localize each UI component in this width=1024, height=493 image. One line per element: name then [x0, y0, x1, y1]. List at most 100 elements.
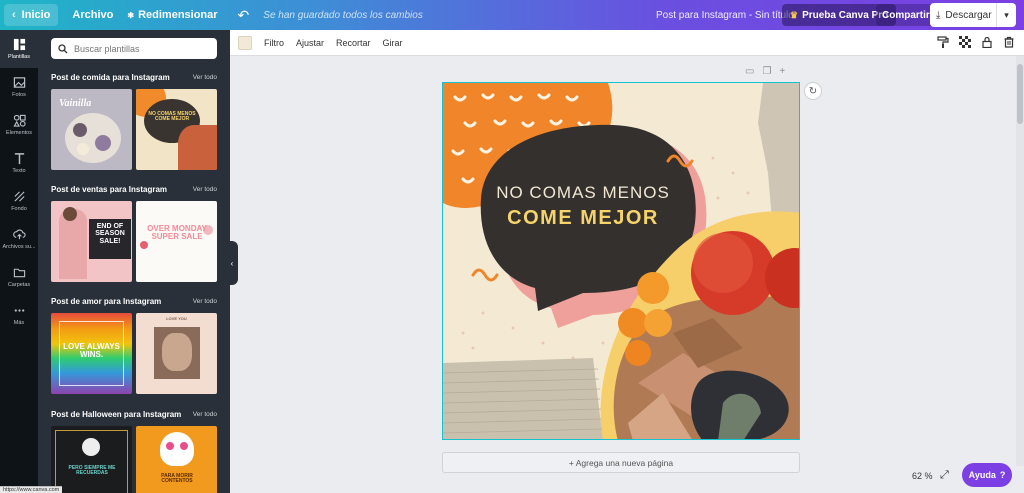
- resize-label: Redimensionar: [138, 9, 218, 21]
- headline-line2[interactable]: COME MEJOR: [443, 207, 723, 230]
- chevron-left-icon: ‹: [12, 9, 16, 21]
- template-section-food: Post de comida para Instagram Ver todo V…: [51, 70, 217, 170]
- section-title: Post de Halloween para Instagram: [51, 409, 182, 419]
- color-swatch[interactable]: [238, 35, 252, 50]
- fullscreen-icon[interactable]: ⤢: [940, 469, 949, 482]
- chevron-down-icon[interactable]: ▾: [996, 3, 1016, 27]
- rail-item-templates[interactable]: Plantillas: [0, 30, 38, 68]
- thumb-text: END OF SEASON SALE!: [95, 223, 125, 245]
- thumb-text: OVER MONDAY SUPER SALE: [147, 224, 207, 242]
- home-button[interactable]: ‹ Inicio: [4, 4, 59, 26]
- rail-item-more[interactable]: Más: [0, 296, 38, 334]
- crown-icon: ✱: [127, 10, 135, 20]
- page-actions: ▭ ❐ +: [745, 66, 785, 77]
- duplicate-page-icon[interactable]: ❐: [762, 66, 771, 77]
- template-thumb[interactable]: END OF SEASON SALE!: [51, 201, 132, 282]
- see-all-link[interactable]: Ver todo: [193, 298, 217, 305]
- template-thumb[interactable]: LOVE YOU: [136, 313, 217, 394]
- file-menu[interactable]: Archivo: [72, 9, 113, 21]
- elements-icon: [12, 114, 26, 127]
- design-canvas[interactable]: NO COMAS MENOS COME MEJOR: [442, 82, 800, 440]
- download-button[interactable]: ⤓ Descargar ▾: [930, 3, 1016, 27]
- thumb-text: PARA MORIR CONTENTOS: [161, 473, 193, 485]
- crop-button[interactable]: Recortar: [336, 38, 371, 48]
- rail-label: Fondo: [11, 206, 27, 212]
- paint-roller-icon[interactable]: [936, 35, 950, 49]
- transparency-icon[interactable]: [958, 35, 972, 49]
- text-icon: [14, 153, 24, 165]
- thumb-text: PERO SIEMPRE ME RECUERDAS: [68, 465, 116, 477]
- zoom-level[interactable]: 62 %: [912, 471, 933, 481]
- filter-button[interactable]: Filtro: [264, 38, 284, 48]
- template-thumb[interactable]: NO COMAS MENOS COME MEJOR: [136, 89, 217, 170]
- rail-label: Carpetas: [7, 282, 31, 288]
- rail-label: Elementos: [6, 130, 32, 136]
- note-icon[interactable]: ▭: [745, 66, 754, 77]
- rail-item-uploads[interactable]: Archivos su...: [0, 220, 38, 258]
- thumb-text: LOVE YOU: [166, 316, 187, 321]
- rail-label: Texto: [12, 168, 26, 174]
- background-icon: [13, 191, 25, 202]
- folder-icon: [13, 268, 25, 278]
- download-icon: ⤓: [936, 9, 941, 21]
- template-thumb[interactable]: OVER MONDAY SUPER SALE: [136, 201, 217, 282]
- template-thumb[interactable]: Vainilla: [51, 89, 132, 170]
- headline-line1[interactable]: NO COMAS MENOS: [443, 183, 723, 203]
- template-section-sales: Post de ventas para Instagram Ver todo E…: [51, 182, 217, 282]
- search-box[interactable]: [51, 38, 217, 59]
- side-rail: Plantillas Fotos Elementos Texto Fondo A…: [0, 30, 38, 493]
- search-icon: [58, 43, 68, 53]
- templates-icon: [13, 38, 25, 51]
- rail-label: Archivos su...: [2, 244, 36, 250]
- home-label: Inicio: [21, 9, 51, 21]
- trash-icon[interactable]: [1002, 35, 1016, 49]
- template-section-halloween: Post de Halloween para Instagram Ver tod…: [51, 407, 217, 493]
- status-url: https://www.canva.com: [0, 486, 63, 493]
- rail-label: Fotos: [12, 92, 26, 98]
- adjust-button[interactable]: Ajustar: [296, 38, 324, 48]
- resize-button[interactable]: ✱ Redimensionar: [127, 9, 217, 21]
- document-title[interactable]: Post para Instagram - Sin título: [656, 10, 794, 21]
- thumb-text: NO COMAS MENOS COME MEJOR: [148, 111, 196, 123]
- rail-item-folders[interactable]: Carpetas: [0, 258, 38, 296]
- rail-item-photos[interactable]: Fotos: [0, 68, 38, 106]
- rail-label: Más: [13, 320, 25, 326]
- rotate-icon[interactable]: ↻: [804, 82, 822, 100]
- help-button[interactable]: Ayuda ?: [962, 463, 1012, 487]
- editor-toolbar: Filtro Ajustar Recortar Girar: [230, 30, 1024, 56]
- design-artwork: [443, 83, 799, 439]
- rail-item-elements[interactable]: Elementos: [0, 106, 38, 144]
- template-thumb[interactable]: LOVE ALWAYS WINS.: [51, 313, 132, 394]
- upload-icon: [12, 229, 26, 240]
- share-button[interactable]: Compartir: [876, 4, 936, 26]
- lock-icon[interactable]: [980, 35, 994, 49]
- scrollbar-thumb[interactable]: [1017, 64, 1023, 124]
- collapse-panel-button[interactable]: ‹: [226, 241, 238, 285]
- flip-button[interactable]: Girar: [383, 38, 403, 48]
- template-thumb[interactable]: PERO SIEMPRE ME RECUERDAS: [51, 426, 132, 493]
- download-label: Descargar: [945, 9, 992, 21]
- section-title: Post de ventas para Instagram: [51, 184, 168, 194]
- rail-label: Plantillas: [7, 54, 30, 60]
- see-all-link[interactable]: Ver todo: [193, 74, 217, 81]
- add-page-icon[interactable]: +: [779, 66, 785, 77]
- undo-icon[interactable]: ↶: [238, 7, 250, 24]
- add-page-button[interactable]: + Agrega una nueva página: [442, 452, 800, 473]
- rail-item-text[interactable]: Texto: [0, 144, 38, 182]
- templates-panel: Post de comida para Instagram Ver todo V…: [38, 30, 230, 493]
- question-icon: ?: [999, 470, 1006, 480]
- see-all-link[interactable]: Ver todo: [193, 411, 217, 418]
- thumb-text: LOVE ALWAYS WINS.: [63, 342, 120, 360]
- see-all-link[interactable]: Ver todo: [193, 186, 217, 193]
- crown-icon: ♛: [790, 9, 799, 20]
- help-label: Ayuda: [968, 470, 996, 480]
- photos-icon: [13, 77, 25, 88]
- rail-item-background[interactable]: Fondo: [0, 182, 38, 220]
- top-bar: ‹ Inicio Archivo ✱ Redimensionar ↶ Se ha…: [0, 0, 1024, 30]
- section-title: Post de amor para Instagram: [51, 296, 162, 306]
- section-title: Post de comida para Instagram: [51, 72, 170, 82]
- save-status: Se han guardado todos los cambios: [263, 9, 423, 21]
- search-input[interactable]: [74, 43, 204, 54]
- template-thumb[interactable]: PARA MORIR CONTENTOS: [136, 426, 217, 493]
- template-section-love: Post de amor para Instagram Ver todo LOV…: [51, 294, 217, 394]
